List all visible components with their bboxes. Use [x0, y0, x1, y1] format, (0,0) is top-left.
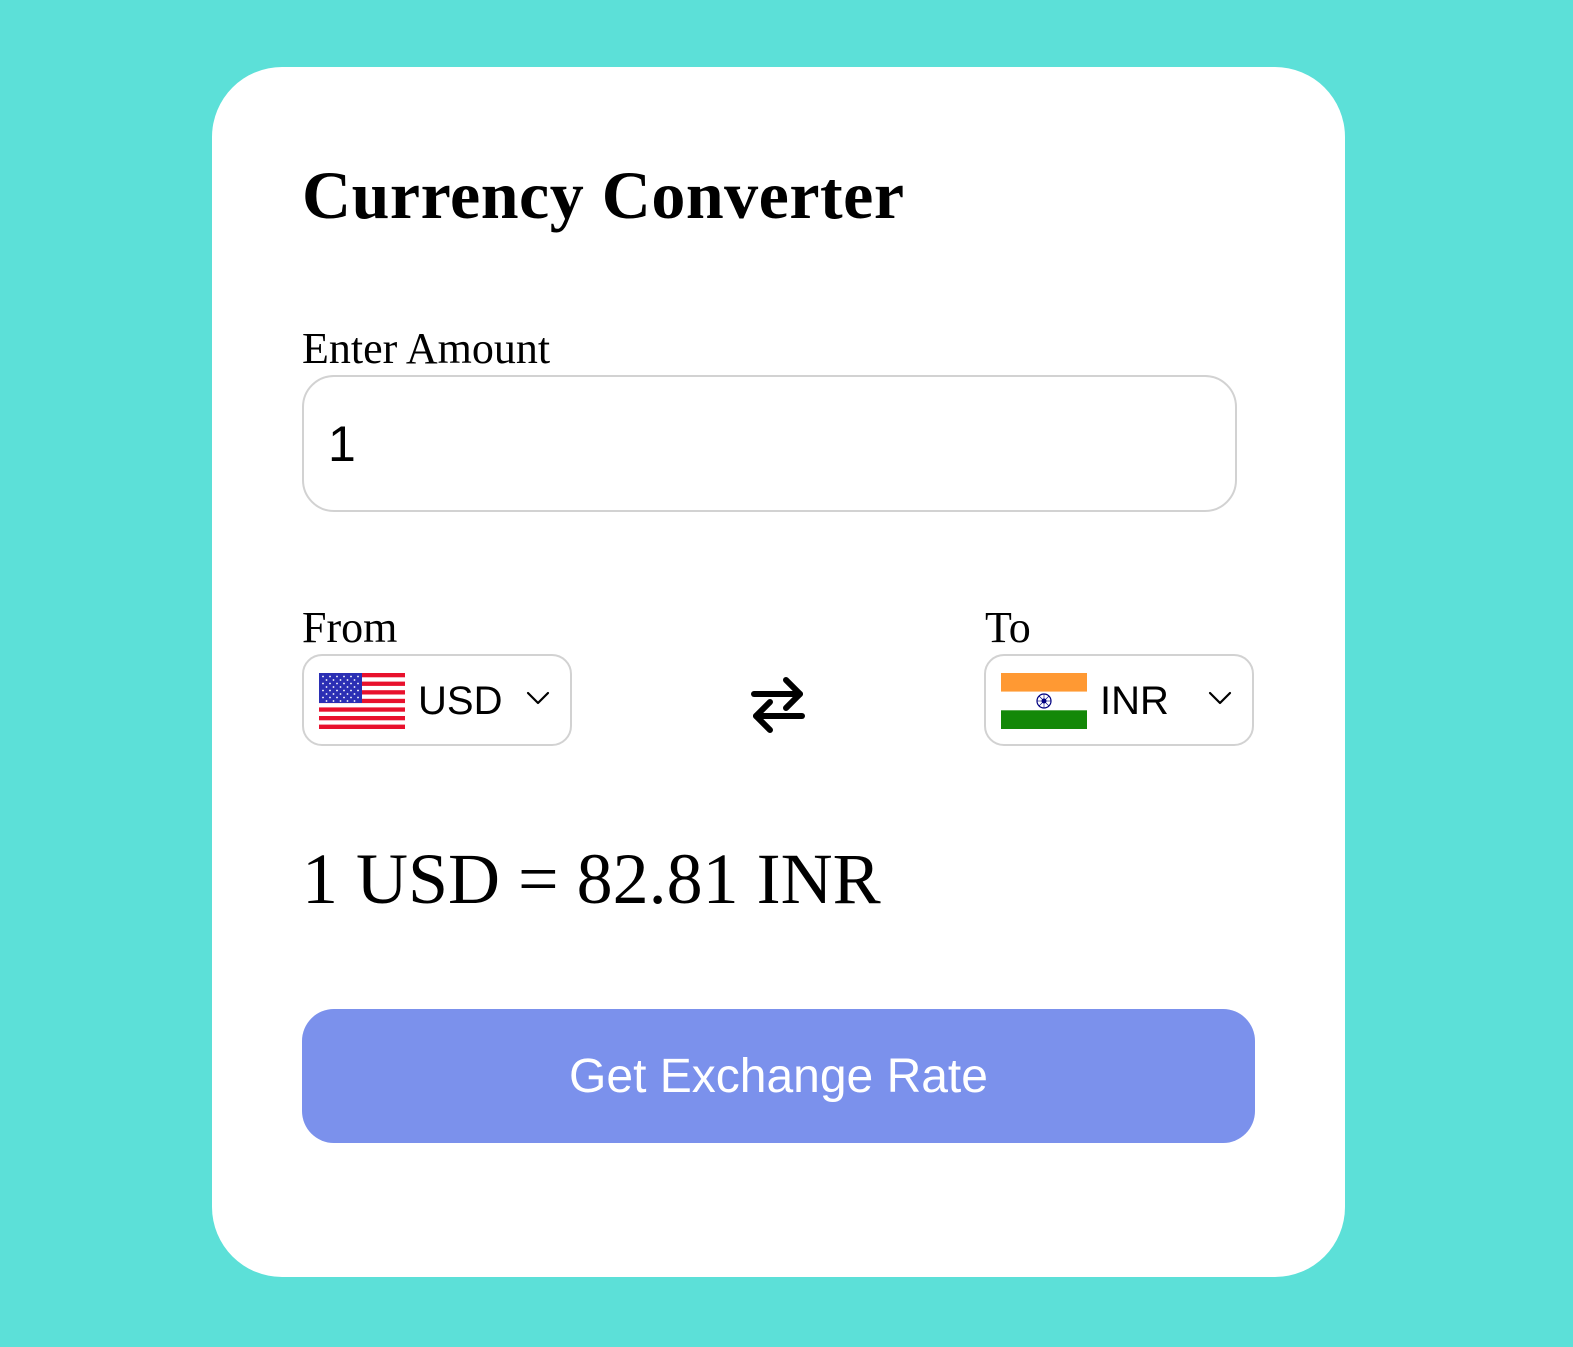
converter-card: Currency Converter Enter Amount From: [212, 67, 1345, 1277]
to-currency-select[interactable]: INR: [984, 654, 1254, 746]
us-flag-icon: [319, 673, 405, 729]
amount-label: Enter Amount: [302, 324, 551, 373]
exchange-result: 1 USD = 82.81 INR: [302, 839, 881, 919]
from-currency-code: USD: [418, 679, 503, 723]
chevron-down-icon: [1208, 690, 1232, 706]
swap-arrows-icon[interactable]: [748, 674, 808, 734]
india-flag-icon: [1001, 673, 1087, 729]
from-label: From: [302, 603, 398, 652]
chevron-down-icon: [526, 690, 550, 706]
get-exchange-rate-button[interactable]: Get Exchange Rate: [302, 1009, 1255, 1143]
page-title: Currency Converter: [302, 157, 905, 233]
to-currency-code: INR: [1100, 679, 1169, 723]
from-currency-select[interactable]: USD: [302, 654, 572, 746]
to-label: To: [985, 603, 1031, 652]
amount-input[interactable]: [302, 375, 1237, 512]
